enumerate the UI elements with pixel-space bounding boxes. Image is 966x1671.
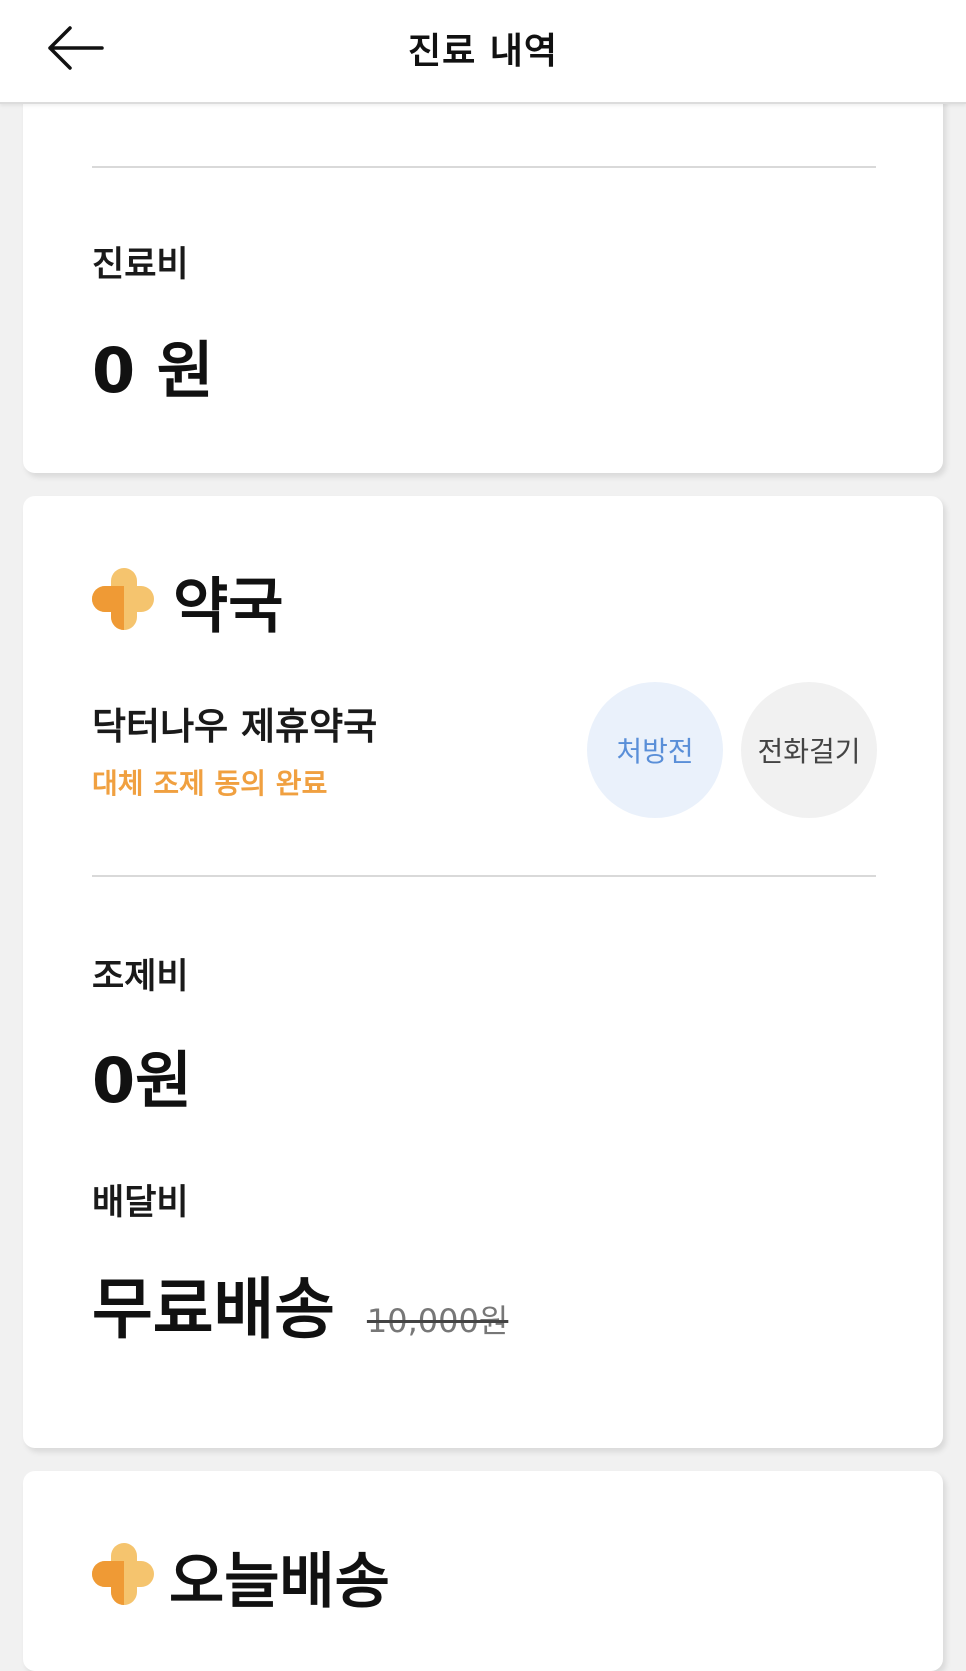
treatment-fee-label: 진료비	[92, 245, 189, 285]
pharmacy-section-title: 약국	[173, 572, 284, 642]
page-title: 진료 내역	[407, 31, 558, 72]
pharmacy-card: 약국 닥터나우 제휴약국 대체 조제 동의 완료 처방전 전화걸기 조제비 0원…	[23, 496, 943, 1448]
call-button[interactable]: 전화걸기	[741, 682, 877, 818]
today-delivery-card: 오늘배송	[23, 1471, 943, 1671]
divider	[92, 875, 876, 877]
treatment-fee-value: 0 원	[92, 334, 214, 407]
free-delivery-text: 무료배송	[92, 1271, 335, 1348]
prescription-button[interactable]: 처방전	[587, 682, 723, 818]
dispensing-fee-value: 0원	[92, 1044, 193, 1117]
delivery-fee-row: 무료배송 10,000원	[92, 1256, 508, 1352]
substitution-status: 대체 조제 동의 완료	[92, 767, 328, 800]
orange-plus-icon	[92, 568, 154, 630]
app-header: 진료 내역	[0, 0, 966, 104]
divider	[92, 166, 876, 168]
pharmacy-name: 닥터나우 제휴약국	[92, 705, 378, 748]
today-delivery-title: 오늘배송	[169, 1547, 390, 1617]
delivery-fee-label: 배달비	[92, 1183, 189, 1223]
treatment-fee-card: 진료비 0 원	[23, 80, 943, 473]
original-delivery-price: 10,000원	[366, 1302, 509, 1340]
dispensing-fee-label: 조제비	[92, 957, 189, 997]
orange-plus-icon	[92, 1543, 154, 1605]
